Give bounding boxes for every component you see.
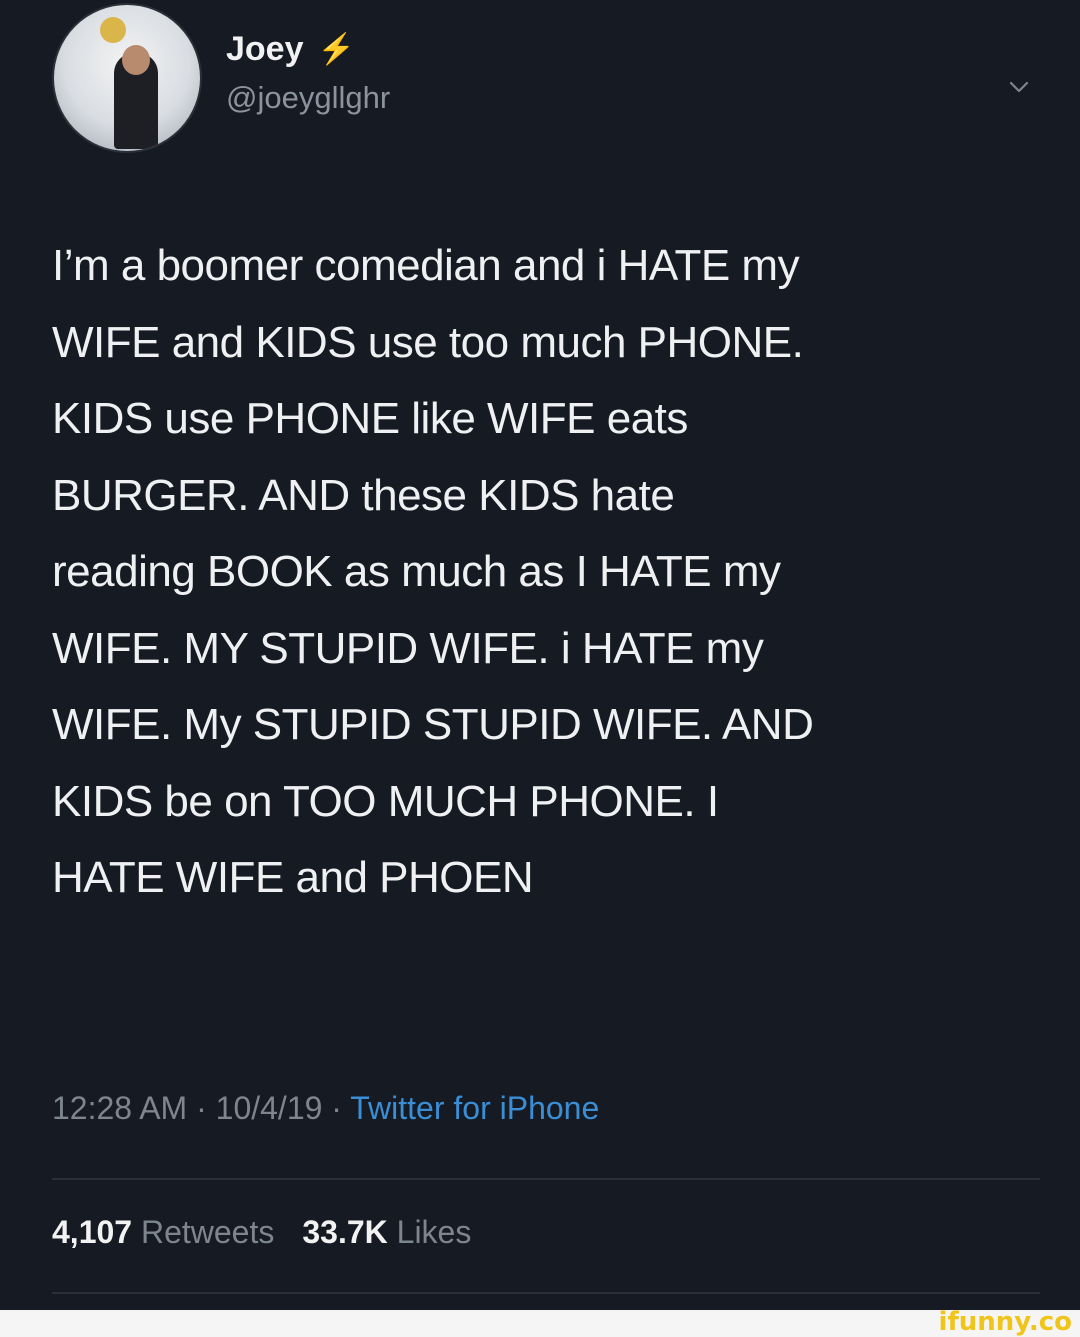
avatar[interactable] — [52, 3, 202, 153]
name-row: Joey ⚡ — [226, 30, 355, 69]
tweet-source-link[interactable]: Twitter for iPhone — [350, 1090, 599, 1126]
user-handle[interactable]: @joeygllghr — [226, 80, 390, 116]
meta-separator: · — [187, 1090, 216, 1126]
tweet-stats: 4,107 Retweets 33.7K Likes — [52, 1214, 471, 1251]
retweets-stat[interactable]: 4,107 Retweets — [52, 1214, 274, 1251]
divider — [52, 1178, 1040, 1180]
tweet-date[interactable]: 10/4/19 — [216, 1090, 323, 1126]
tweet-card: Joey ⚡ @joeygllghr I’m a boomer comedian… — [0, 0, 1080, 1310]
retweets-label: Retweets — [140, 1214, 275, 1250]
tweet-meta: 12:28 AM · 10/4/19 · Twitter for iPhone — [52, 1090, 599, 1127]
footer-bar — [0, 1310, 1080, 1337]
tweet-text: I’m a boomer comedian and i HATE my WIFE… — [52, 241, 814, 902]
watermark-logo: ifunny.co — [938, 1307, 1072, 1337]
divider — [52, 1292, 1040, 1294]
lightning-bolt-icon: ⚡ — [317, 32, 355, 66]
retweets-count: 4,107 — [52, 1214, 133, 1250]
tweet-time[interactable]: 12:28 AM — [52, 1090, 187, 1126]
likes-stat[interactable]: 33.7K Likes — [302, 1214, 471, 1251]
trophy-graphic — [100, 17, 126, 43]
likes-label: Likes — [396, 1214, 472, 1250]
head-graphic — [122, 45, 150, 75]
display-name[interactable]: Joey — [226, 30, 304, 69]
likes-count: 33.7K — [302, 1214, 388, 1250]
meta-separator: · — [322, 1090, 351, 1126]
chevron-down-icon[interactable] — [1008, 76, 1030, 98]
